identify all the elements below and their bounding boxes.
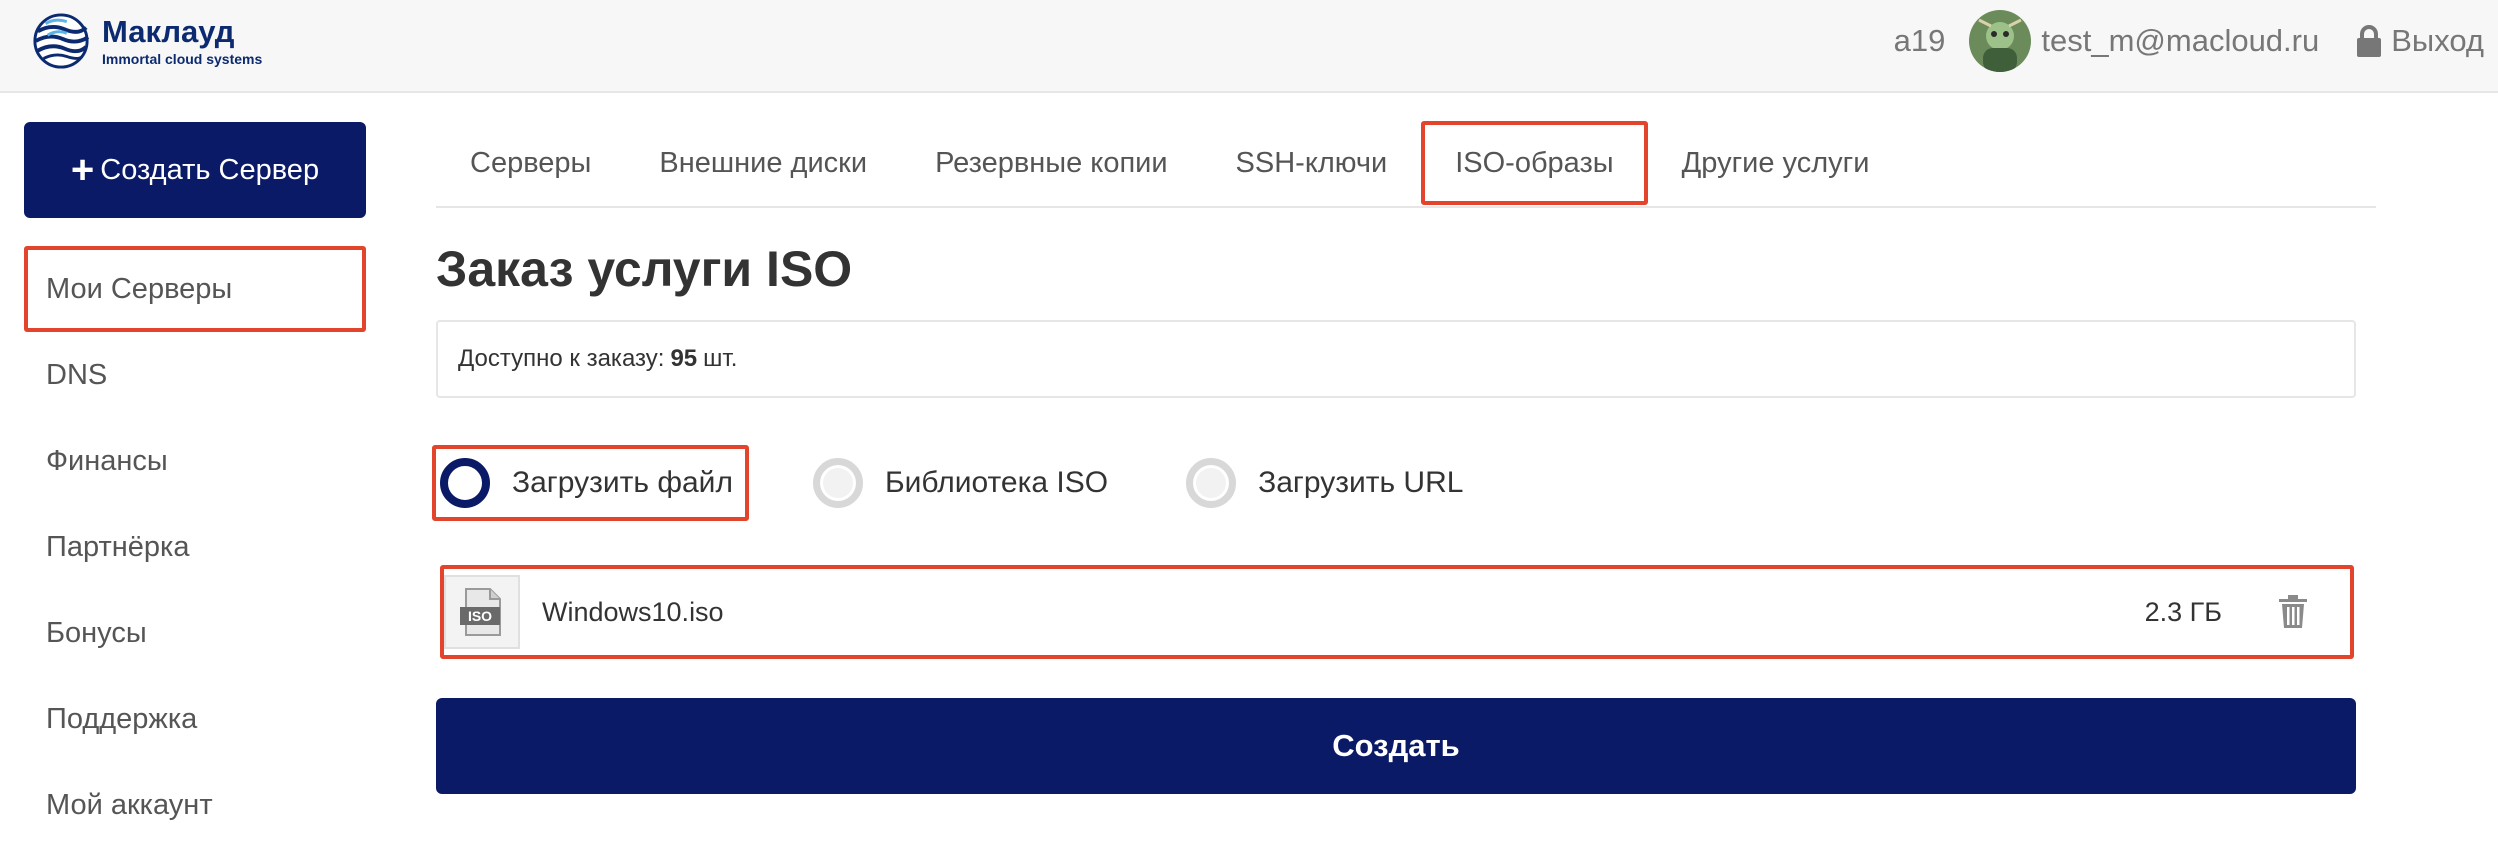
- source-options: Загрузить файл Библиотека ISO Загрузить …: [432, 445, 1541, 521]
- radio-upload-url[interactable]: Загрузить URL: [1186, 445, 1463, 521]
- create-server-label: Создать Сервер: [100, 153, 320, 186]
- tab-ssh-keys[interactable]: SSH-ключи: [1202, 121, 1422, 205]
- availability-prefix: Доступно к заказу:: [458, 345, 665, 372]
- radio-unselected-icon: [1186, 458, 1237, 508]
- tab-iso-images[interactable]: ISO-образы: [1421, 121, 1648, 205]
- sidebar-item-account[interactable]: Мой аккаунт: [24, 762, 366, 848]
- radio-label: Библиотека ISO: [884, 466, 1109, 499]
- avatar[interactable]: [1969, 10, 2032, 72]
- sidebar-item-label: Мой аккаунт: [46, 788, 213, 821]
- file-name: Windows10.iso: [542, 596, 724, 627]
- radio-upload-file[interactable]: Загрузить файл: [432, 445, 749, 521]
- logout-button[interactable]: Выход: [2355, 23, 2484, 59]
- sidebar-item-support[interactable]: Поддержка: [24, 676, 366, 762]
- logo[interactable]: Маклауд Immortal cloud systems: [32, 10, 262, 72]
- top-header: Маклауд Immortal cloud systems a19 test_…: [0, 0, 2498, 93]
- iso-file-icon: ISO: [444, 575, 520, 649]
- logo-title: Маклауд: [102, 14, 235, 49]
- user-menu: a19 test_m@macloud.ru Выход: [1894, 0, 2484, 82]
- uploaded-file-row: ISO Windows10.iso 2.3 ГБ: [440, 565, 2354, 659]
- tab-label: Внешние диски: [659, 146, 868, 179]
- sidebar-item-finance[interactable]: Финансы: [24, 418, 366, 504]
- sidebar-item-label: DNS: [46, 358, 108, 391]
- sidebar-item-label: Финансы: [46, 444, 168, 477]
- file-size: 2.3 ГБ: [2144, 596, 2222, 627]
- logo-subtitle: Immortal cloud systems: [102, 51, 263, 67]
- tab-external-disks[interactable]: Внешние диски: [625, 121, 901, 205]
- account-id: a19: [1893, 23, 1946, 58]
- tab-label: ISO-образы: [1455, 146, 1614, 179]
- avatar-image-icon: [1969, 10, 2032, 72]
- tab-label: Резервные копии: [935, 146, 1168, 179]
- radio-label: Загрузить файл: [512, 466, 733, 499]
- user-email[interactable]: test_m@macloud.ru: [2041, 23, 2319, 59]
- iso-file-glyph-icon: ISO: [460, 588, 501, 636]
- sidebar-item-my-servers[interactable]: Мои Серверы: [24, 246, 366, 332]
- sidebar-item-bonuses[interactable]: Бонусы: [24, 590, 366, 676]
- tab-servers[interactable]: Серверы: [436, 121, 625, 205]
- sidebar-item-partner[interactable]: Партнёрка: [24, 504, 366, 590]
- tab-label: Серверы: [470, 146, 592, 179]
- tab-label: Другие услуги: [1681, 146, 1870, 179]
- radio-iso-library[interactable]: Библиотека ISO: [812, 445, 1109, 521]
- lock-icon: [2357, 25, 2382, 57]
- radio-unselected-icon: [812, 458, 863, 508]
- create-server-button[interactable]: + Создать Сервер: [24, 122, 366, 218]
- tab-label: SSH-ключи: [1235, 146, 1388, 179]
- macloud-logo-icon: [33, 13, 90, 69]
- sidebar-item-label: Партнёрка: [46, 530, 190, 563]
- tab-backups[interactable]: Резервные копии: [901, 121, 1201, 205]
- sidebar-nav: Мои Серверы DNS Финансы Партнёрка Бонусы…: [24, 246, 366, 848]
- trash-icon[interactable]: [2278, 595, 2308, 629]
- page-title: Заказ услуги ISO: [436, 241, 853, 297]
- create-button[interactable]: Создать: [436, 698, 2356, 794]
- sidebar-item-label: Поддержка: [46, 702, 198, 735]
- sidebar-item-dns[interactable]: DNS: [24, 332, 366, 418]
- sidebar-item-label: Бонусы: [46, 616, 147, 649]
- availability-unit: шт.: [703, 345, 738, 372]
- plus-icon: +: [70, 148, 95, 192]
- svg-text:ISO: ISO: [468, 608, 492, 624]
- service-tabs: Серверы Внешние диски Резервные копии SS…: [436, 120, 2376, 208]
- sidebar-item-label: Мои Серверы: [46, 272, 233, 305]
- availability-count: 95: [670, 345, 698, 372]
- logout-label: Выход: [2391, 23, 2484, 58]
- radio-label: Загрузить URL: [1258, 466, 1464, 499]
- tab-other-services[interactable]: Другие услуги: [1648, 121, 1904, 205]
- radio-selected-icon: [440, 458, 490, 508]
- availability-info: Доступно к заказу: 95 шт.: [436, 320, 2356, 398]
